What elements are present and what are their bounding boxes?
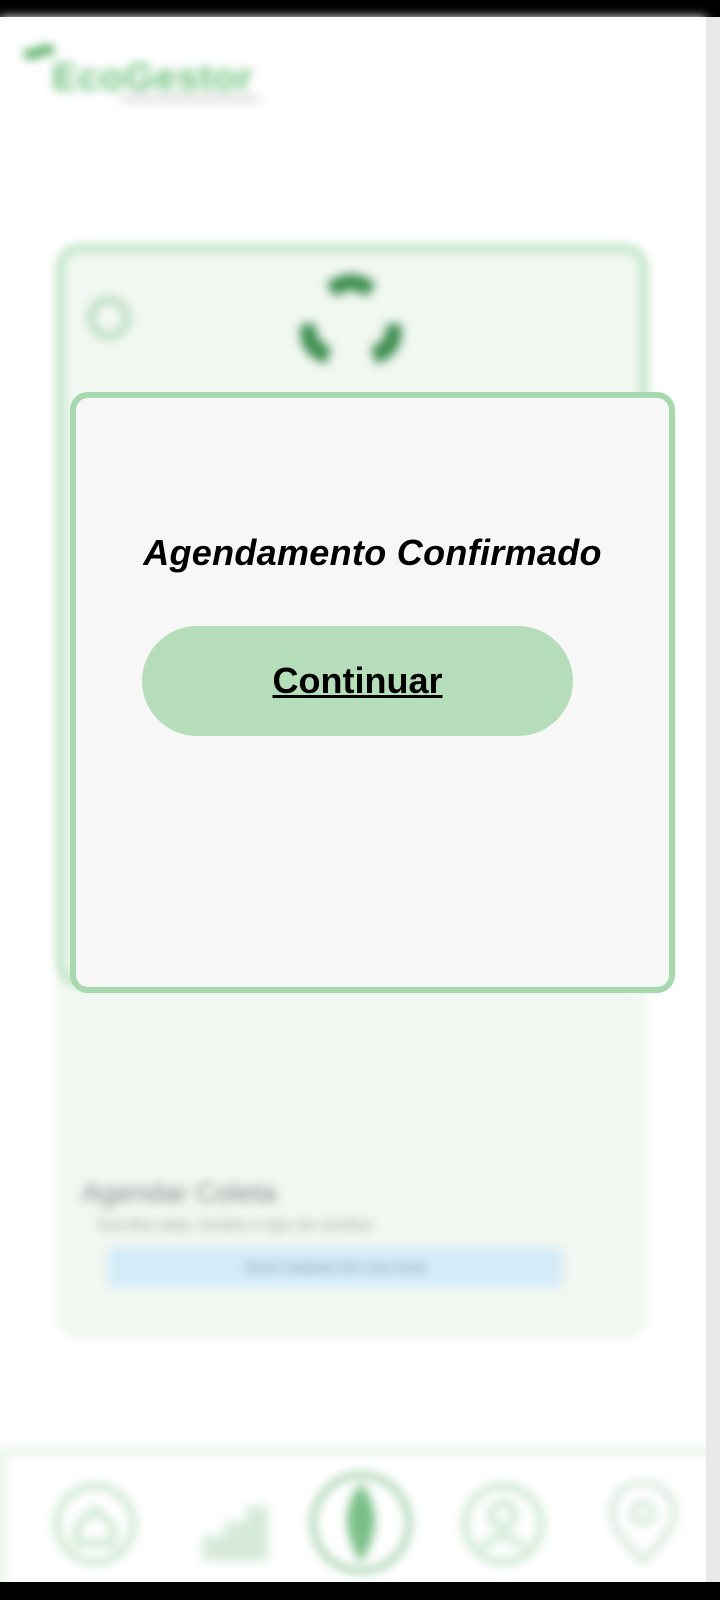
user-icon[interactable] [460,1481,546,1567]
chart-icon[interactable] [194,1481,280,1567]
bottom-navigation [0,1449,720,1599]
leaf-icon[interactable] [309,1463,419,1583]
home-icon[interactable] [52,1481,138,1567]
new-registration-button[interactable]: Novo Cadastro Em Sua Área [108,1247,563,1287]
status-bar [0,0,720,17]
leaf-logo-icon [23,45,55,59]
scroll-edge [706,17,720,1582]
confirmation-dialog: Agendamento Confirmado Continuar [70,392,675,993]
dialog-title: Agendamento Confirmado [143,532,602,573]
continue-button[interactable]: Continuar [142,626,573,736]
gear-icon[interactable] [88,297,130,339]
system-navigation-bar [0,1582,720,1600]
schedule-subtitle: Escolha data, horário e tipo de resíduo [98,1217,373,1234]
location-icon[interactable] [600,1481,686,1567]
app-header: EcoGestor [0,17,706,107]
logo-tagline [120,97,260,101]
recycle-icon [300,274,402,364]
app-logo: EcoGestor [52,57,254,99]
schedule-title: Agendar Coleta [82,1177,277,1208]
